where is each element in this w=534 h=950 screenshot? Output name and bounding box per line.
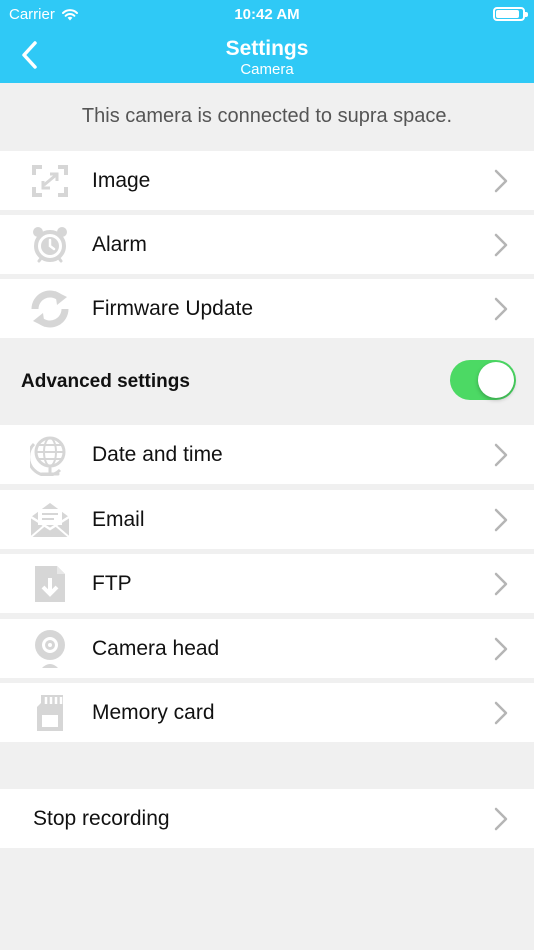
toggle-knob [478, 362, 514, 398]
chevron-right-icon [494, 169, 508, 193]
menu-item-label: Alarm [92, 232, 147, 256]
menu-item-label: Date and time [92, 442, 223, 466]
connection-text: This camera is connected to supra space. [81, 105, 453, 127]
menu-item-camera-head[interactable]: Camera head [0, 619, 534, 678]
status-bar: Carrier 10:42 AM [0, 0, 534, 28]
menu-item-ftp[interactable]: FTP [0, 554, 534, 613]
menu-item-alarm[interactable]: Alarm [0, 215, 534, 274]
menu-item-image[interactable]: Image [0, 151, 534, 210]
stop-recording-row[interactable]: Stop recording [0, 789, 534, 848]
stop-recording-label: Stop recording [33, 806, 170, 830]
chevron-right-icon [494, 637, 508, 661]
globe-icon [27, 434, 73, 476]
menu-item-firmware-update[interactable]: Firmware Update [0, 279, 534, 338]
sd-card-icon [27, 692, 73, 734]
chevron-right-icon [494, 508, 508, 532]
chevron-right-icon [494, 443, 508, 467]
battery-level [496, 10, 520, 18]
menu-item-memory-card[interactable]: Memory card [0, 683, 534, 742]
connection-banner: This camera is connected to supra space. [0, 83, 534, 150]
page-title: Settings [225, 37, 309, 60]
chevron-right-icon [494, 807, 508, 831]
clock: 10:42 AM [234, 6, 300, 23]
image-crop-icon [27, 160, 73, 202]
envelope-icon [27, 499, 73, 541]
menu-item-email[interactable]: Email [0, 490, 534, 549]
menu-item-label: FTP [92, 571, 132, 595]
menu-item-label: Memory card [92, 700, 215, 724]
advanced-settings-section: Advanced settings [0, 339, 534, 424]
chevron-right-icon [494, 233, 508, 257]
file-download-icon [27, 563, 73, 605]
advanced-settings-label: Advanced settings [21, 370, 190, 392]
chevron-right-icon [494, 701, 508, 725]
nav-header: Carrier 10:42 AM Settings Camera [0, 0, 534, 83]
refresh-icon [27, 288, 73, 330]
menu-item-label: Camera head [92, 636, 220, 660]
menu-item-label: Firmware Update [92, 296, 254, 320]
advanced-settings-toggle[interactable] [450, 360, 516, 400]
menu-item-label: Image [92, 168, 151, 192]
menu-item-date-time[interactable]: Date and time [0, 425, 534, 484]
menu-item-label: Email [92, 507, 145, 531]
battery-icon [493, 7, 528, 21]
webcam-icon [27, 628, 73, 670]
chevron-right-icon [494, 572, 508, 596]
alarm-clock-icon [27, 224, 73, 266]
page-subtitle: Camera [240, 61, 294, 78]
chevron-right-icon [494, 297, 508, 321]
